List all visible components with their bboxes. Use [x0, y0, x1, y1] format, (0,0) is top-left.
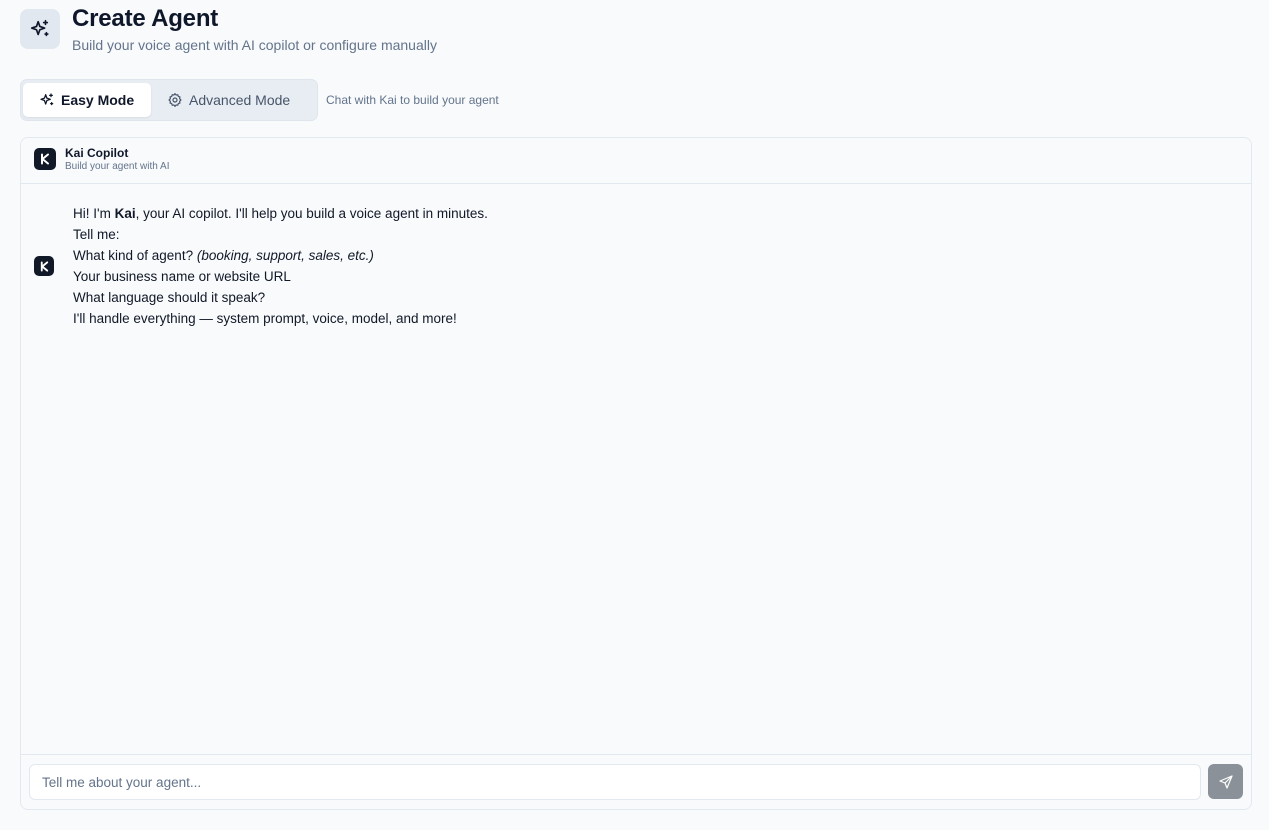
greeting-suffix: , your AI copilot. I'll help you build a…	[135, 206, 488, 221]
copilot-name: Kai Copilot	[65, 146, 129, 160]
tell-me-line: Tell me:	[73, 227, 120, 242]
send-button[interactable]	[1208, 764, 1243, 799]
question-agent-type-text: What kind of agent?	[73, 248, 197, 263]
copilot-chat-panel: Kai Copilot Build your agent with AI Hi!…	[20, 137, 1252, 810]
greeting-prefix: Hi! I'm	[73, 206, 115, 221]
greeting-name: Kai	[114, 206, 136, 221]
kai-avatar-icon	[34, 256, 54, 276]
greeting-line: Hi! I'm Kai, your AI copilot. I'll help …	[73, 203, 488, 224]
page-subtitle: Build your voice agent with AI copilot o…	[72, 37, 437, 53]
mode-switch: Easy Mode Advanced Mode	[20, 79, 318, 121]
easy-mode-label: Easy Mode	[61, 92, 135, 108]
question-language: What language should it speak?	[73, 290, 266, 305]
sparkles-icon	[20, 9, 60, 49]
question-agent-type-examples: (booking, support, sales, etc.)	[196, 248, 374, 263]
mode-hint: Chat with Kai to build your agent	[326, 93, 499, 107]
copilot-header: Kai Copilot Build your agent with AI	[21, 138, 1251, 184]
sparkles-icon	[39, 92, 55, 108]
question-agent-type: What kind of agent? (booking, support, s…	[73, 245, 488, 266]
question-business-name: Your business name or website URL	[73, 269, 291, 284]
message-input[interactable]	[29, 764, 1201, 800]
send-icon	[1218, 774, 1234, 790]
message-composer	[21, 754, 1251, 809]
gear-icon	[167, 92, 183, 108]
copilot-subtitle: Build your agent with AI	[65, 161, 170, 172]
closing-line: I'll handle everything — system prompt, …	[73, 311, 457, 326]
message-text: Hi! I'm Kai, your AI copilot. I'll help …	[73, 203, 488, 329]
advanced-mode-tab[interactable]: Advanced Mode	[167, 83, 307, 117]
kai-logo-icon	[34, 148, 56, 170]
easy-mode-tab[interactable]: Easy Mode	[23, 83, 151, 117]
advanced-mode-label: Advanced Mode	[189, 92, 291, 108]
page-title: Create Agent	[72, 5, 219, 32]
